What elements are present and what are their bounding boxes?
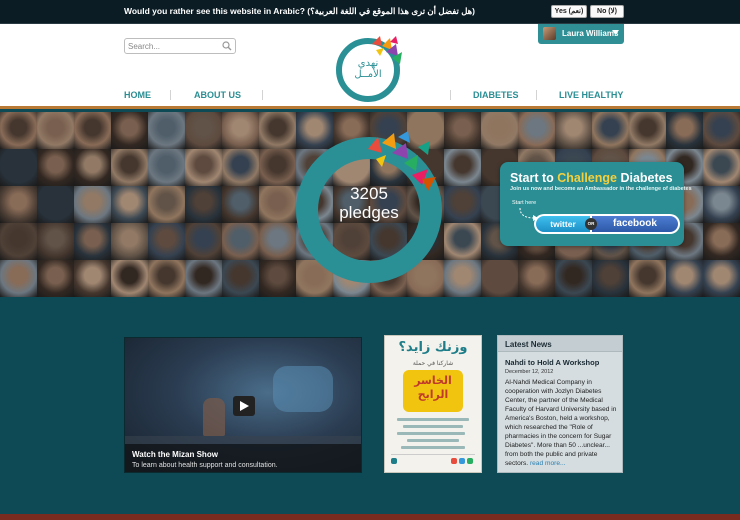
arabic-yes-button[interactable]: Yes (نعم): [551, 5, 587, 18]
content-area: Watch the Mizan Show To learn about heal…: [0, 297, 740, 520]
pledge-counter: 3205 pledges: [296, 131, 442, 283]
poster-subtitle: شاركنا في حملة: [412, 360, 454, 367]
campaign-poster[interactable]: وزنك زايد؟ شاركنا في حملة الخاسر الرابح: [384, 335, 482, 473]
site-logo[interactable]: نهدي الأمــل: [336, 36, 402, 104]
logo-line-1: نهدي: [357, 58, 379, 69]
user-name: Laura Williams: [562, 29, 619, 38]
video-player[interactable]: Watch the Mizan Show To learn about heal…: [124, 337, 362, 473]
news-title[interactable]: Nahdi to Hold A Workshop: [505, 358, 599, 367]
facebook-button[interactable]: facebook: [592, 216, 678, 232]
language-bar: Would you rather see this website in Ara…: [0, 0, 740, 24]
cta-subtitle: Join us now and become an Ambassador in …: [510, 186, 692, 192]
pledge-count: 3205: [350, 184, 388, 203]
read-more-link[interactable]: read more...: [530, 460, 566, 467]
search-input[interactable]: [128, 40, 220, 52]
poster-title: وزنك زايد؟: [398, 340, 468, 355]
video-caption: Watch the Mizan Show To learn about heal…: [125, 444, 361, 472]
poster-text-lines: [397, 418, 469, 453]
search-icon[interactable]: [222, 41, 232, 51]
play-button[interactable]: [233, 396, 255, 416]
cta-highlight: Challenge: [557, 171, 617, 185]
poster-footer: [391, 454, 475, 466]
cta-title: Start to Challenge Diabetes: [510, 171, 673, 185]
video-subtitle: To learn about health support and consul…: [132, 462, 278, 469]
footer-strip: [0, 514, 740, 520]
search-box: [124, 38, 236, 54]
avatar: [543, 27, 556, 40]
twitter-button[interactable]: twitter: [536, 216, 590, 232]
user-menu[interactable]: Laura Williams: [538, 24, 624, 44]
nav-divider: [450, 90, 451, 100]
arabic-no-button[interactable]: No (لا): [590, 5, 624, 18]
site-header: Laura Williams نهدي الأمــل HOME ABOUT U…: [0, 24, 740, 109]
news-body: Al-Nahdi Medical Company in cooperation …: [505, 379, 617, 467]
pledge-unit: pledges: [339, 203, 399, 222]
language-question: Would you rather see this website in Ara…: [124, 6, 475, 16]
news-header: Latest News: [498, 336, 622, 352]
poster-badge: الخاسر الرابح: [403, 370, 463, 412]
chevron-down-icon: [612, 30, 619, 35]
news-date: December 12, 2012: [505, 369, 554, 375]
social-login: twitter facebook OR: [534, 214, 680, 234]
nav-home[interactable]: HOME: [124, 90, 151, 100]
nav-live-healthy[interactable]: LIVE HEALTHY: [559, 90, 623, 100]
logo-text: نهدي الأمــل: [336, 58, 400, 80]
challenge-cta: Start to Challenge Diabetes Join us now …: [500, 162, 692, 246]
nav-divider: [262, 90, 263, 100]
or-badge: OR: [585, 218, 597, 230]
nav-about-us[interactable]: ABOUT US: [194, 90, 241, 100]
video-title: Watch the Mizan Show: [132, 450, 218, 459]
nav-divider: [536, 90, 537, 100]
nav-divider: [170, 90, 171, 100]
logo-line-2: الأمــل: [354, 69, 382, 80]
latest-news: Latest News Nahdi to Hold A Workshop Dec…: [497, 335, 623, 473]
nav-diabetes[interactable]: DIABETES: [473, 90, 519, 100]
play-icon: [240, 401, 249, 411]
